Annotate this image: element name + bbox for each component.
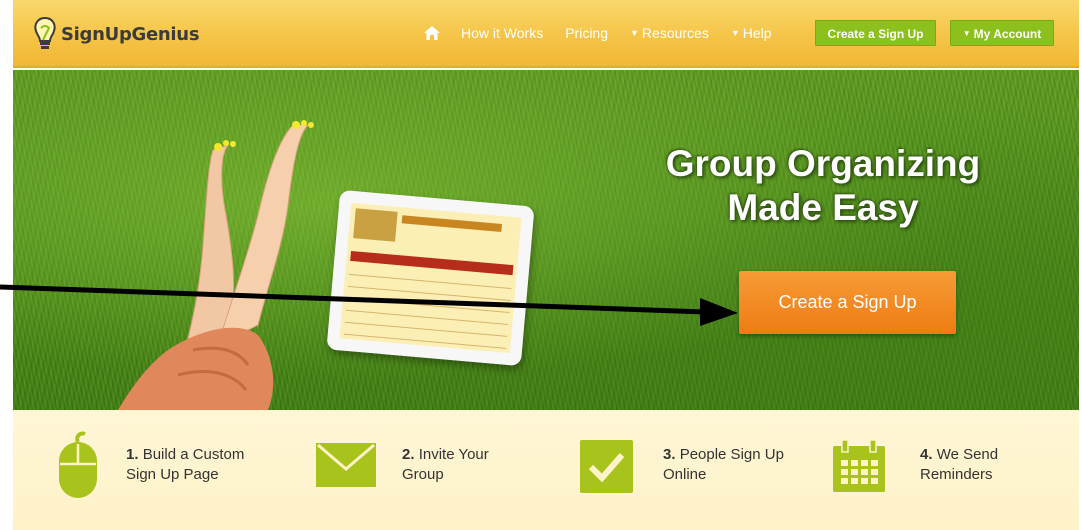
top-navigation-bar: SignUpGenius How it Works Pricing ▼ Resou… [13, 0, 1079, 68]
nav-link-label: Resources [641, 25, 709, 41]
tablet-image [326, 189, 535, 367]
checkmark-icon [580, 440, 633, 493]
nav-link-resources[interactable]: ▼ Resources [630, 25, 709, 41]
hero-headline: Group Organizing Made Easy [633, 142, 1013, 230]
nav-link-label: Pricing [565, 25, 608, 41]
caret-down-icon: ▼ [962, 29, 971, 38]
lightbulb-logo-icon [34, 16, 56, 49]
hero-headline-line2: Made Easy [727, 187, 919, 228]
brand-name: SignUpGenius [61, 23, 200, 45]
mouse-icon [59, 431, 97, 498]
step-number: 1. [126, 446, 139, 463]
nav-links: How it Works Pricing ▼ Resources ▼ Help [423, 24, 794, 42]
step-text: Invite Your Group [402, 446, 489, 483]
hero-photo-legs [118, 120, 314, 410]
create-sign-up-nav-button[interactable]: Create a Sign Up [815, 20, 936, 46]
caret-down-icon: ▼ [730, 28, 740, 38]
button-label: Create a Sign Up [827, 27, 924, 41]
my-account-button[interactable]: ▼ My Account [950, 20, 1054, 46]
step-number: 3. [663, 446, 676, 463]
nav-link-help[interactable]: ▼ Help [731, 25, 772, 41]
nav-link-label: How it Works [461, 25, 544, 41]
signupgenius-logo[interactable]: SignUpGenius [31, 14, 200, 54]
step-number: 2. [402, 446, 415, 463]
step-text: Build a Custom Sign Up Page [126, 446, 245, 483]
nav-link-pricing[interactable]: Pricing [565, 25, 608, 41]
nav-link-label: Help [742, 25, 772, 41]
create-sign-up-hero-button[interactable]: Create a Sign Up [739, 271, 956, 334]
nav-link-how-it-works[interactable]: How it Works [461, 25, 543, 41]
hero-banner: Group Organizing Made Easy Create a Sign… [13, 70, 1079, 410]
step-text: People Sign Up Online [663, 446, 784, 483]
how-it-works-steps: 1. Build a Custom Sign Up Page 2. Invite… [13, 410, 1079, 530]
button-label: My Account [973, 27, 1042, 41]
step-number: 4. [920, 446, 933, 463]
calendar-icon [833, 439, 885, 492]
caret-down-icon: ▼ [630, 28, 639, 38]
home-icon[interactable] [423, 24, 441, 42]
hero-headline-line1: Group Organizing [665, 143, 981, 184]
envelope-icon [316, 443, 376, 487]
button-label: Create a Sign Up [778, 292, 917, 312]
